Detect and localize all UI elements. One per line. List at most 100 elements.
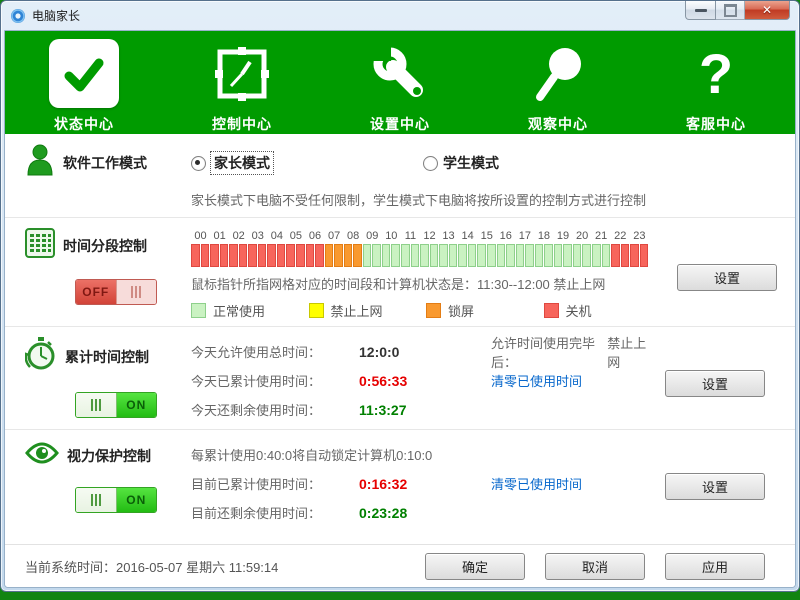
hour-cell-43[interactable] <box>602 244 611 267</box>
hour-cell-23[interactable] <box>411 244 420 267</box>
radio-parent-mode[interactable] <box>191 156 206 171</box>
hour-cell-36[interactable] <box>535 244 544 267</box>
hour-cell-4[interactable] <box>229 244 238 267</box>
legend-swatch <box>544 303 559 318</box>
hour-cell-29[interactable] <box>468 244 477 267</box>
hour-cell-16[interactable] <box>344 244 353 267</box>
hour-cell-42[interactable] <box>592 244 601 267</box>
hour-cell-44[interactable] <box>611 244 620 267</box>
hour-cell-35[interactable] <box>525 244 534 267</box>
grid-hover-value: 11:30--12:00 禁止上网 <box>477 277 605 292</box>
nav-item-service[interactable]: ?客服中心 <box>637 31 795 134</box>
reset-used-time-link[interactable]: 清零已使用时间 <box>491 469 649 498</box>
close-icon: ✕ <box>762 3 772 17</box>
hour-cell-30[interactable] <box>477 244 486 267</box>
accumulated-time-settings-button[interactable]: 设置 <box>665 370 765 397</box>
hour-label: 14 <box>458 230 477 242</box>
vision-settings-button[interactable]: 设置 <box>665 473 765 500</box>
hour-cell-7[interactable] <box>258 244 267 267</box>
hour-cell-32[interactable] <box>497 244 506 267</box>
hour-cell-25[interactable] <box>430 244 439 267</box>
hour-cell-15[interactable] <box>334 244 343 267</box>
hour-cell-46[interactable] <box>630 244 639 267</box>
hour-cell-5[interactable] <box>239 244 248 267</box>
hour-label: 01 <box>210 230 229 242</box>
grid-hover-prefix: 鼠标指针所指网格对应的时间段和计算机状态是： <box>191 277 477 292</box>
time-row: 今天已累计使用时间：0:56:33 <box>191 366 491 395</box>
legend-item: 关机 <box>544 301 662 320</box>
legend-item: 禁止上网 <box>309 301 427 320</box>
hour-cell-3[interactable] <box>220 244 229 267</box>
section-vision-protection: 视力保护控制 ON 每累计使用0:40:0将自动锁定计算机0:10:0 目前已累… <box>5 430 795 533</box>
hour-cell-13[interactable] <box>315 244 324 267</box>
hour-cell-18[interactable] <box>363 244 372 267</box>
hour-cell-28[interactable] <box>458 244 467 267</box>
time-row: 目前已累计使用时间：0:16:32 <box>191 469 491 498</box>
hour-cell-1[interactable] <box>201 244 210 267</box>
hour-cell-39[interactable] <box>563 244 572 267</box>
hour-label: 20 <box>573 230 592 242</box>
hour-cell-12[interactable] <box>306 244 315 267</box>
accumulated-time-toggle[interactable]: ON <box>75 392 157 418</box>
hour-cell-38[interactable] <box>554 244 563 267</box>
hour-cell-6[interactable] <box>248 244 257 267</box>
hour-cell-34[interactable] <box>516 244 525 267</box>
time-row-label: 今天允许使用总时间： <box>191 342 359 361</box>
minimize-button[interactable] <box>685 1 716 20</box>
time-row-value: 12:0:0 <box>359 344 399 360</box>
hour-cell-19[interactable] <box>372 244 381 267</box>
apply-button[interactable]: 应用 <box>665 553 765 580</box>
hour-cell-31[interactable] <box>487 244 496 267</box>
hour-label: 07 <box>325 230 344 242</box>
legend-swatch <box>426 303 441 318</box>
radio-student-mode[interactable] <box>423 156 438 171</box>
hour-label: 15 <box>477 230 496 242</box>
hour-cell-9[interactable] <box>277 244 286 267</box>
close-button[interactable]: ✕ <box>745 1 790 20</box>
maximize-button[interactable] <box>716 1 745 20</box>
hour-label: 18 <box>534 230 553 242</box>
cancel-button[interactable]: 取消 <box>545 553 645 580</box>
app-icon <box>10 8 26 24</box>
ok-button[interactable]: 确定 <box>425 553 525 580</box>
hour-cell-14[interactable] <box>325 244 334 267</box>
hour-cell-22[interactable] <box>401 244 410 267</box>
hour-cell-33[interactable] <box>506 244 515 267</box>
hour-cell-0[interactable] <box>191 244 200 267</box>
hour-cell-17[interactable] <box>353 244 362 267</box>
hour-cell-26[interactable] <box>439 244 448 267</box>
system-time-label: 当前系统时间： <box>25 560 116 575</box>
nav-item-control[interactable]: 控制中心 <box>163 31 321 134</box>
grip-icon <box>131 286 141 298</box>
hour-cell-27[interactable] <box>449 244 458 267</box>
stopwatch-icon <box>25 337 57 376</box>
time-row-label: 今天还剩余使用时间： <box>191 400 359 419</box>
time-row: 今天允许使用总时间：12:0:0 <box>191 337 491 366</box>
toggle-off-label: OFF <box>76 280 116 304</box>
nav-item-settings[interactable]: 设置中心 <box>321 31 479 134</box>
hour-cell-21[interactable] <box>391 244 400 267</box>
hour-cell-24[interactable] <box>420 244 429 267</box>
hour-cell-47[interactable] <box>640 244 649 267</box>
magnifier-icon <box>523 39 593 108</box>
hour-cell-37[interactable] <box>544 244 553 267</box>
hour-cell-41[interactable] <box>582 244 591 267</box>
legend-label: 关机 <box>566 301 592 320</box>
grip-icon <box>91 494 101 506</box>
nav-item-observe[interactable]: 观察中心 <box>479 31 637 134</box>
radio-student-label[interactable]: 学生模式 <box>443 153 499 173</box>
hour-cell-40[interactable] <box>573 244 582 267</box>
person-icon <box>25 144 55 181</box>
hour-cell-8[interactable] <box>267 244 276 267</box>
vision-protection-toggle[interactable]: ON <box>75 487 157 513</box>
hour-cell-2[interactable] <box>210 244 219 267</box>
hour-labels: 0001020304050607080910111213141516171819… <box>191 230 649 242</box>
hour-cell-11[interactable] <box>296 244 305 267</box>
nav-item-status[interactable]: 状态中心 <box>5 31 163 134</box>
time-segment-settings-button[interactable]: 设置 <box>677 264 777 291</box>
radio-parent-label[interactable]: 家长模式 <box>211 152 273 174</box>
hour-cell-20[interactable] <box>382 244 391 267</box>
time-segment-toggle[interactable]: OFF <box>75 279 157 305</box>
hour-cell-45[interactable] <box>621 244 630 267</box>
hour-cell-10[interactable] <box>286 244 295 267</box>
